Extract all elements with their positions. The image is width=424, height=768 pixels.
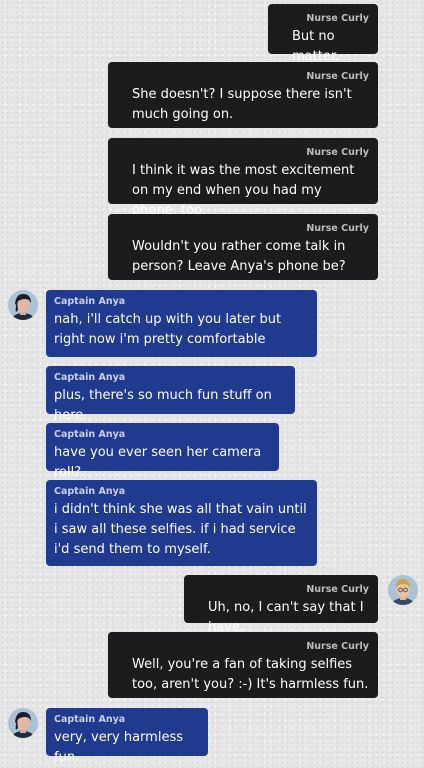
message-bubble-outgoing: Nurse Curly Uh, no, I can't say that I h… <box>184 575 378 635</box>
message-text: Well, you're a fan of taking selfies too… <box>132 657 369 692</box>
message-text: very, very harmless fun. <box>54 730 183 765</box>
message-text: She doesn't? I suppose there isn't much … <box>132 87 352 122</box>
message-sender: Nurse Curly <box>306 584 369 595</box>
message-sender: Nurse Curly <box>306 223 369 234</box>
message-text: I think it was the most excitement on my… <box>132 163 355 218</box>
message-bubble-outgoing: Nurse Curly I think it was the most exci… <box>108 138 378 218</box>
message-sender: Nurse Curly <box>306 13 369 24</box>
message-bubble-outgoing: Nurse Curly She doesn't? I suppose there… <box>108 62 378 128</box>
message-text: i didn't think she was all that vain unt… <box>54 502 307 557</box>
message-sender: Nurse Curly <box>306 147 369 158</box>
message-bubble-outgoing: Nurse Curly Well, you're a fan of taking… <box>108 632 378 698</box>
message-sender: Captain Anya <box>54 372 126 383</box>
message-bubble-outgoing: Nurse Curly But no matter. <box>268 4 378 64</box>
message-bubble-incoming: Captain Anya plus, there's so much fun s… <box>46 366 295 423</box>
message-text: But no matter. <box>292 29 340 64</box>
message-text: have you ever seen her camera roll? <box>54 445 262 480</box>
message-sender: Nurse Curly <box>306 71 369 82</box>
message-sender: Captain Anya <box>54 296 126 307</box>
message-sender: Captain Anya <box>54 714 126 725</box>
message-sender: Nurse Curly <box>306 641 369 652</box>
message-bubble-incoming: Captain Anya i didn't think she was all … <box>46 480 317 566</box>
curly-avatar-icon <box>388 575 418 605</box>
message-text: plus, there's so much fun stuff on here. <box>54 388 272 423</box>
message-text: nah, i'll catch up with you later but ri… <box>54 312 282 347</box>
message-bubble-outgoing: Nurse Curly Wouldn't you rather come tal… <box>108 214 378 280</box>
anya-avatar-icon <box>8 290 38 320</box>
message-sender: Captain Anya <box>54 429 126 440</box>
message-bubble-incoming: Captain Anya have you ever seen her came… <box>46 423 279 480</box>
message-bubble-incoming: Captain Anya very, very harmless fun. <box>46 708 208 765</box>
message-text: Wouldn't you rather come talk in person?… <box>132 239 346 274</box>
message-bubble-incoming: Captain Anya nah, i'll catch up with you… <box>46 290 317 357</box>
message-sender: Captain Anya <box>54 486 126 497</box>
anya-avatar-icon <box>8 708 38 738</box>
